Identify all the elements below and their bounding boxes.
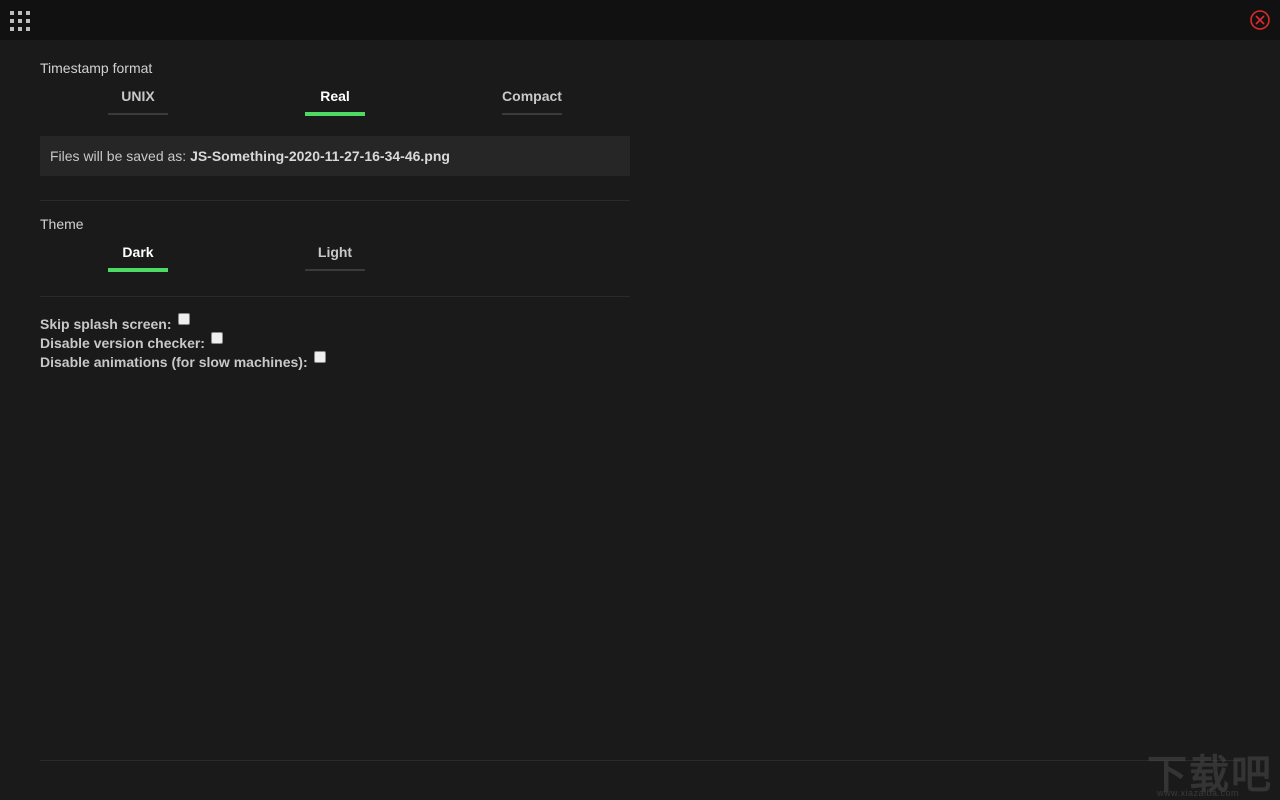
tab-real-label: Real bbox=[320, 88, 350, 104]
disable-animations-checkbox[interactable] bbox=[313, 351, 326, 363]
option-skip-splash: Skip splash screen: bbox=[40, 313, 190, 332]
option-disable-version-checker: Disable version checker: bbox=[40, 332, 223, 351]
tab-compact-label: Compact bbox=[502, 88, 562, 104]
tab-compact-underline bbox=[502, 113, 562, 115]
tab-light-underline bbox=[305, 269, 365, 271]
tab-dark-underline bbox=[108, 268, 168, 272]
theme-label: Theme bbox=[40, 216, 84, 232]
tab-unix-underline bbox=[108, 113, 168, 115]
watermark-url: www.xiazaiba.com bbox=[1157, 788, 1240, 798]
tab-unix[interactable]: UNIX bbox=[88, 88, 188, 116]
option-disable-animations: Disable animations (for slow machines): bbox=[40, 351, 326, 370]
tab-light-label: Light bbox=[317, 244, 353, 260]
watermark-logo: 下载吧 www.xiazaiba.com bbox=[1145, 742, 1275, 800]
timestamp-format-label: Timestamp format bbox=[40, 60, 153, 76]
tab-dark-label: Dark bbox=[122, 244, 154, 260]
tab-compact[interactable]: Compact bbox=[482, 88, 582, 116]
close-circle-icon[interactable] bbox=[1249, 9, 1271, 31]
tab-light[interactable]: Light bbox=[285, 244, 385, 272]
skip-splash-checkbox[interactable] bbox=[177, 313, 190, 325]
filename-prefix: Files will be saved as: bbox=[50, 148, 187, 164]
filename-value: JS-Something-2020-11-27-16-34-46.png bbox=[190, 148, 450, 164]
section-divider bbox=[40, 200, 630, 201]
filename-preview: Files will be saved as: JS-Something-202… bbox=[40, 136, 630, 176]
option-disable-version-checker-label: Disable version checker: bbox=[40, 335, 205, 351]
tab-dark[interactable]: Dark bbox=[88, 244, 188, 272]
footer-divider bbox=[40, 760, 1240, 761]
option-disable-animations-label: Disable animations (for slow machines): bbox=[40, 354, 308, 370]
tab-unix-label: UNIX bbox=[121, 88, 155, 104]
disable-version-checker-checkbox[interactable] bbox=[210, 332, 223, 344]
tab-real-underline bbox=[305, 112, 365, 116]
top-bar bbox=[0, 0, 1280, 40]
section-divider bbox=[40, 296, 630, 297]
option-skip-splash-label: Skip splash screen: bbox=[40, 316, 172, 332]
tab-real[interactable]: Real bbox=[285, 88, 385, 116]
grid-menu-icon[interactable] bbox=[9, 9, 33, 33]
